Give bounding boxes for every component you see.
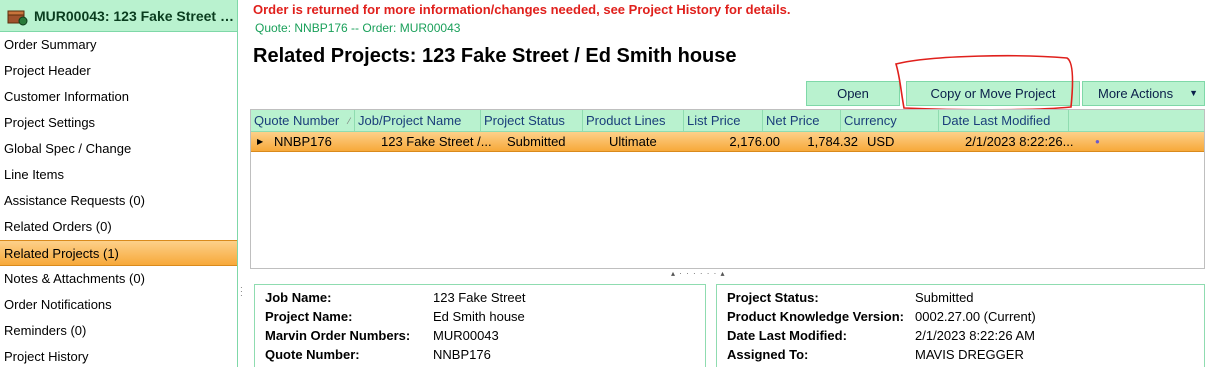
splitter-grip-icon: · · · — [240, 283, 243, 300]
column-header-list-price[interactable]: List Price — [684, 110, 763, 131]
column-header-date-last-modified[interactable]: Date Last Modified — [939, 110, 1069, 131]
column-header-quote-number[interactable]: Quote Number ⁄ — [251, 110, 355, 131]
quote-order-line: Quote: NNBP176 -- Order: MUR00043 — [255, 21, 461, 35]
project-name-label: Project Name: — [265, 309, 353, 324]
sort-arrow-icon: ⁄ — [348, 116, 350, 126]
job-name-label: Job Name: — [265, 290, 332, 305]
quote-number-label: Quote Number: — [265, 347, 360, 362]
page-title: Related Projects: 123 Fake Street / Ed S… — [253, 45, 737, 67]
sidebar-header[interactable]: MUR00043: 123 Fake Street / Ed Smith hou… — [0, 0, 237, 32]
copy-or-move-project-button[interactable]: Copy or Move Project — [906, 81, 1080, 106]
project-status-label: Project Status: — [727, 290, 819, 305]
column-header-net-price[interactable]: Net Price — [763, 110, 841, 131]
column-header-spacer — [1069, 110, 1169, 131]
assigned-to-label: Assigned To: — [727, 347, 809, 362]
horizontal-splitter-grip-icon[interactable]: ▴ · · · · · · ▴ — [671, 269, 726, 278]
package-box-icon — [6, 6, 28, 26]
grid-header: Quote Number ⁄ Job/Project Name Project S… — [251, 110, 1204, 132]
sidebar-item-line-items[interactable]: Line Items — [0, 162, 237, 188]
date-last-modified-label: Date Last Modified: — [727, 328, 847, 343]
sidebar-item-notes-attachments[interactable]: Notes & Attachments (0) — [0, 266, 237, 292]
table-row[interactable]: ▶ NNBP176 123 Fake Street /... Submitted… — [251, 132, 1204, 152]
cell-currency: USD — [867, 134, 895, 149]
marvin-order-numbers-value: MUR00043 — [433, 328, 499, 343]
sidebar-item-assistance-requests[interactable]: Assistance Requests (0) — [0, 188, 237, 214]
row-marker-icon: ● — [1095, 137, 1100, 146]
return-warning: Order is returned for more information/c… — [253, 2, 791, 17]
sidebar-item-project-history[interactable]: Project History — [0, 344, 237, 367]
column-header-product-lines[interactable]: Product Lines — [583, 110, 684, 131]
column-header-currency[interactable]: Currency — [841, 110, 939, 131]
cell-date-last-modified: 2/1/2023 8:22:26... — [965, 134, 1074, 149]
project-details-left: Job Name: 123 Fake Street Project Name: Ed… — [254, 284, 706, 367]
project-name-value: Ed Smith house — [433, 309, 525, 324]
more-actions-label: More Actions — [1098, 86, 1174, 101]
sidebar-item-related-orders[interactable]: Related Orders (0) — [0, 214, 237, 240]
sidebar-item-reminders[interactable]: Reminders (0) — [0, 318, 237, 344]
marvin-order-numbers-label: Marvin Order Numbers: — [265, 328, 411, 343]
cell-product-lines: Ultimate — [609, 134, 657, 149]
column-header-project-status[interactable]: Project Status — [481, 110, 583, 131]
row-pointer-icon: ▶ — [257, 137, 264, 146]
quote-number-value: NNBP176 — [433, 347, 491, 362]
sidebar: MUR00043: 123 Fake Street / Ed Smith hou… — [0, 0, 238, 367]
main-content: Order is returned for more information/c… — [246, 0, 1205, 367]
sidebar-item-order-notifications[interactable]: Order Notifications — [0, 292, 237, 318]
project-details-right: Project Status: Submitted Product Knowled… — [716, 284, 1205, 367]
sidebar-item-project-header[interactable]: Project Header — [0, 58, 237, 84]
open-button[interactable]: Open — [806, 81, 900, 106]
assigned-to-value: MAVIS DREGGER — [915, 347, 1024, 362]
chevron-down-icon: ▼ — [1189, 88, 1198, 98]
column-header-label: Quote Number — [254, 113, 340, 128]
job-name-value: 123 Fake Street — [433, 290, 526, 305]
product-knowledge-version-value: 0002.27.00 (Current) — [915, 309, 1036, 324]
cell-quote-number: NNBP176 — [274, 134, 332, 149]
more-actions-button[interactable]: More Actions ▼ — [1082, 81, 1205, 106]
sidebar-nav: Order Summary Project Header Customer In… — [0, 32, 237, 367]
cell-list-price: 2,176.00 — [729, 134, 780, 149]
cell-project-status: Submitted — [507, 134, 566, 149]
product-knowledge-version-label: Product Knowledge Version: — [727, 309, 904, 324]
sidebar-item-customer-information[interactable]: Customer Information — [0, 84, 237, 110]
vertical-splitter[interactable]: · · · — [238, 0, 246, 367]
column-header-job-project-name[interactable]: Job/Project Name — [355, 110, 481, 131]
project-status-value: Submitted — [915, 290, 974, 305]
related-projects-grid: Quote Number ⁄ Job/Project Name Project S… — [250, 109, 1205, 269]
cell-job-project-name: 123 Fake Street /... — [381, 134, 492, 149]
sidebar-item-related-projects[interactable]: Related Projects (1) — [0, 240, 237, 266]
cell-net-price: 1,784.32 — [807, 134, 858, 149]
sidebar-item-project-settings[interactable]: Project Settings — [0, 110, 237, 136]
sidebar-item-order-summary[interactable]: Order Summary — [0, 32, 237, 58]
sidebar-title: MUR00043: 123 Fake Street / Ed Smith hou… — [34, 7, 234, 24]
sidebar-item-global-spec[interactable]: Global Spec / Change — [0, 136, 237, 162]
date-last-modified-value: 2/1/2023 8:22:26 AM — [915, 328, 1035, 343]
